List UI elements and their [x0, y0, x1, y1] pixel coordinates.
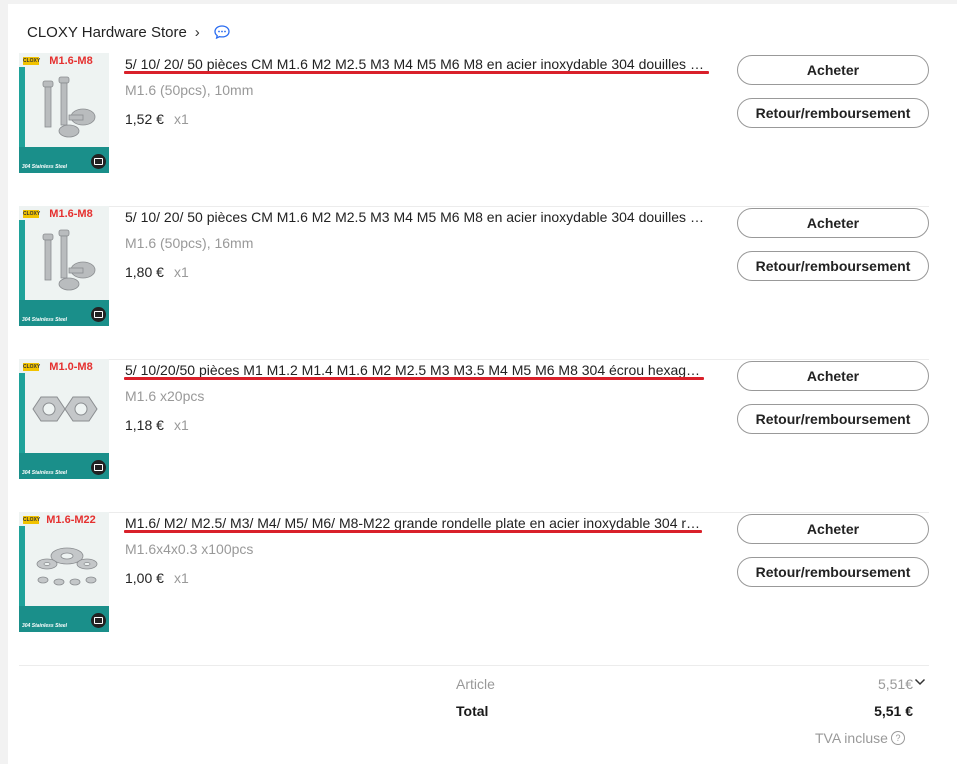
product-title[interactable]: M1.6/ M2/ M2.5/ M3/ M4/ M5/ M6/ M8-M22 g… — [125, 515, 705, 531]
order-item: CLOXY M1.6-M8 304 Stainless Steel 5/ 10/… — [19, 53, 929, 207]
product-qty: x1 — [173, 111, 189, 127]
thumbnail-footer-text: 304 Stainless Steel — [22, 164, 68, 170]
refund-button[interactable]: Retour/remboursement — [737, 251, 929, 281]
product-thumbnail[interactable]: CLOXY M1.6-M8 304 Stainless Steel — [19, 53, 109, 173]
product-qty: x1 — [173, 570, 189, 586]
store-name[interactable]: CLOXY Hardware Store — [27, 24, 187, 41]
product-price: 1,52 € — [125, 111, 164, 127]
total-value: 5,51 € — [874, 703, 913, 719]
product-title[interactable]: 5/ 10/ 20/ 50 pièces CM M1.6 M2 M2.5 M3 … — [125, 56, 705, 72]
thumbnail-size-label: M1.6-M22 — [46, 514, 96, 526]
product-price-row: 1,80 € x1 — [125, 264, 189, 280]
camera-icon[interactable] — [91, 613, 106, 628]
order-item: CLOXY M1.0-M8 304 Stainless Steel 5/ 10/… — [19, 359, 929, 513]
buy-again-button[interactable]: Acheter — [737, 208, 929, 238]
order-item: CLOXY M1.6-M8 304 Stainless Steel 5/ 10/… — [19, 206, 929, 360]
title-underline — [124, 71, 709, 74]
camera-icon[interactable] — [91, 460, 106, 475]
product-title[interactable]: 5/ 10/ 20/ 50 pièces CM M1.6 M2 M2.5 M3 … — [125, 209, 705, 225]
thumbnail-size-label: M1.6-M8 — [49, 55, 93, 67]
chevron-down-icon[interactable] — [914, 676, 926, 688]
product-title[interactable]: 5/ 10/20/50 pièces M1 M1.2 M1.4 M1.6 M2 … — [125, 362, 705, 378]
product-thumbnail[interactable]: CLOXY M1.0-M8 304 Stainless Steel — [19, 359, 109, 479]
order-item: CLOXY M1.6-M22 304 Stainless Steel M1.6/… — [19, 512, 929, 666]
thumbnail-size-label: M1.0-M8 — [49, 361, 93, 373]
article-value: 5,51€ — [877, 676, 913, 692]
product-price: 1,00 € — [125, 570, 164, 586]
thumbnail-footer-text: 304 Stainless Steel — [22, 623, 68, 629]
product-variant: M1.6 (50pcs), 10mm — [125, 82, 254, 98]
buy-again-button[interactable]: Acheter — [737, 361, 929, 391]
chevron-right-icon[interactable]: › — [195, 24, 200, 41]
product-price: 1,80 € — [125, 264, 164, 280]
total-label: Total — [456, 703, 489, 719]
product-qty: x1 — [173, 264, 189, 280]
question-circle-icon[interactable]: ? — [891, 731, 905, 745]
product-price: 1,18 € — [125, 417, 164, 433]
chat-bubble-icon[interactable] — [214, 25, 230, 39]
refund-button[interactable]: Retour/remboursement — [737, 557, 929, 587]
thumbnail-footer-text: 304 Stainless Steel — [22, 470, 68, 476]
camera-icon[interactable] — [91, 154, 106, 169]
product-variant: M1.6 x20pcs — [125, 388, 205, 404]
store-header[interactable]: CLOXY Hardware Store › — [27, 21, 230, 43]
product-thumbnail[interactable]: CLOXY M1.6-M22 304 Stainless Steel — [19, 512, 109, 632]
product-price-row: 1,52 € x1 — [125, 111, 189, 127]
refund-button[interactable]: Retour/remboursement — [737, 98, 929, 128]
product-variant: M1.6 (50pcs), 16mm — [125, 235, 254, 251]
thumbnail-size-label: M1.6-M8 — [49, 208, 93, 220]
refund-button[interactable]: Retour/remboursement — [737, 404, 929, 434]
buy-again-button[interactable]: Acheter — [737, 55, 929, 85]
product-price-row: 1,18 € x1 — [125, 417, 189, 433]
buy-again-button[interactable]: Acheter — [737, 514, 929, 544]
tva-label: TVA incluse — [815, 730, 888, 746]
product-variant: M1.6x4x0.3 x100pcs — [125, 541, 254, 557]
thumbnail-footer-text: 304 Stainless Steel — [22, 317, 68, 323]
article-label: Article — [456, 676, 495, 692]
product-thumbnail[interactable]: CLOXY M1.6-M8 304 Stainless Steel — [19, 206, 109, 326]
camera-icon[interactable] — [91, 307, 106, 322]
product-price-row: 1,00 € x1 — [125, 570, 189, 586]
title-underline — [124, 530, 702, 533]
product-qty: x1 — [173, 417, 189, 433]
title-underline — [124, 377, 704, 380]
